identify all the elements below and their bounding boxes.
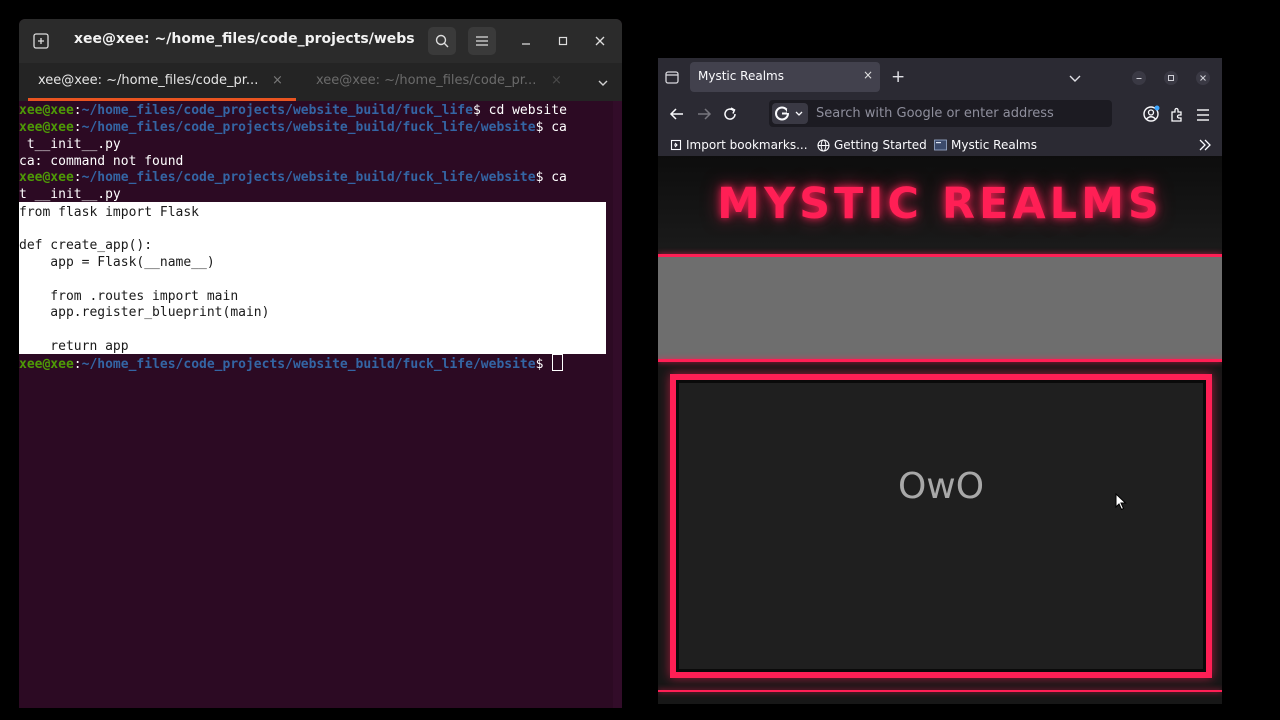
code-line: from .routes import main (19, 289, 239, 304)
code-line: app.register_blueprint(main) (19, 305, 270, 320)
tab-close-icon[interactable]: × (551, 63, 562, 99)
text-cursor (552, 354, 564, 371)
site-title: MYSTIC REALMS (717, 179, 1163, 229)
prompt-user: xee@xee (19, 120, 74, 135)
terminal-line: t__init__.py (19, 137, 121, 152)
code-line: def create_app(): (19, 238, 153, 253)
scrollbar[interactable] (613, 101, 622, 708)
bookmark-import[interactable]: Import bookmarks... (670, 136, 808, 154)
browser-tab-mystic-realms[interactable]: Mystic Realms × (690, 62, 880, 92)
command-text: ca (543, 120, 567, 135)
mouse-pointer-icon (1115, 492, 1127, 515)
browser-window: Mystic Realms × + Search with Google or … (658, 58, 1222, 704)
content-card: OwO (670, 374, 1212, 678)
browser-tab-strip: Mystic Realms × + (658, 58, 1222, 96)
address-bar[interactable]: Search with Google or enter address (769, 100, 1112, 127)
hamburger-menu-icon[interactable] (468, 27, 496, 55)
file-content-block: from flask import Flask def create_app()… (19, 202, 606, 354)
browser-tab-title: Mystic Realms (698, 69, 784, 83)
prompt-path: ~/home_files/code_projects/website_build… (81, 357, 536, 372)
terminal-window-title: xee@xee: ~/home_files/code_projects/webs… (74, 31, 414, 47)
code-line: return app (19, 339, 129, 354)
hamburger-menu-icon[interactable] (1196, 107, 1210, 126)
page-icon (934, 139, 947, 151)
close-icon[interactable] (1196, 70, 1210, 89)
terminal-tab-bar: xee@xee: ~/home_files/code_pr... × xee@x… (19, 63, 622, 101)
prompt-user: xee@xee (19, 103, 74, 118)
site-header: MYSTIC REALMS (658, 156, 1222, 254)
prompt-path: ~/home_files/code_projects/website_build… (81, 120, 536, 135)
address-input[interactable]: Search with Google or enter address (816, 106, 1054, 121)
bookmark-getting-started[interactable]: Getting Started (817, 136, 927, 154)
prompt-user: xee@xee (19, 357, 74, 372)
bookmarks-toolbar: Import bookmarks... Getting Started Myst… (658, 132, 1222, 156)
maximize-icon[interactable] (1164, 70, 1178, 89)
import-icon (670, 139, 682, 151)
browser-navbar: Search with Google or enter address (658, 96, 1222, 132)
close-icon[interactable]: × (863, 68, 873, 82)
tab-close-icon[interactable]: × (272, 63, 283, 99)
maximize-icon[interactable] (549, 27, 577, 55)
card-text: OwO (897, 466, 985, 507)
terminal-line: xee@xee:~/home_files/code_projects/websi… (19, 120, 567, 135)
terminal-line: ca: command not found (19, 154, 184, 169)
terminal-output[interactable]: xee@xee:~/home_files/code_projects/websi… (19, 101, 622, 708)
search-icon[interactable] (428, 27, 456, 55)
minimize-icon[interactable] (512, 27, 540, 55)
code-line: from flask import Flask (19, 205, 200, 220)
new-tab-icon[interactable] (30, 30, 52, 52)
tab-overview-icon[interactable] (664, 69, 680, 89)
neon-divider (658, 359, 1222, 362)
bookmark-label: Getting Started (834, 138, 927, 152)
prompt-user: xee@xee (19, 170, 74, 185)
search-engine-selector[interactable] (772, 103, 808, 124)
command-text: cd website (480, 103, 567, 118)
terminal-line: t __init__.py (19, 187, 121, 202)
terminal-line: xee@xee:~/home_files/code_projects/websi… (19, 103, 567, 118)
new-tab-button[interactable]: + (891, 67, 905, 87)
terminal-titlebar: xee@xee: ~/home_files/code_projects/webs… (19, 19, 622, 63)
list-all-tabs-icon[interactable] (1068, 70, 1082, 89)
prompt-path: ~/home_files/code_projects/website_build… (81, 103, 473, 118)
terminal-line: xee@xee:~/home_files/code_projects/websi… (19, 170, 567, 185)
code-line: app = Flask(__name__) (19, 255, 215, 270)
neon-divider (658, 690, 1222, 692)
site-nav-area (658, 257, 1222, 360)
minimize-icon[interactable] (1132, 70, 1146, 89)
globe-icon (817, 138, 830, 152)
reload-icon[interactable] (722, 106, 738, 126)
command-text: ca (543, 170, 567, 185)
chevron-down-icon[interactable] (597, 74, 609, 93)
account-icon[interactable] (1142, 105, 1160, 127)
extensions-icon[interactable] (1169, 106, 1185, 126)
terminal-line: xee@xee:~/home_files/code_projects/websi… (19, 354, 564, 372)
prompt-path: ~/home_files/code_projects/website_build… (81, 170, 536, 185)
web-page-content: MYSTIC REALMS OwO (658, 156, 1222, 704)
chevron-double-right-icon[interactable] (1198, 137, 1212, 156)
forward-arrow-icon[interactable] (696, 106, 712, 126)
terminal-window: xee@xee: ~/home_files/code_projects/webs… (19, 19, 622, 708)
terminal-tab-1[interactable]: xee@xee: ~/home_files/code_pr... (38, 63, 258, 101)
bookmark-label: Mystic Realms (951, 138, 1037, 152)
back-arrow-icon[interactable] (669, 106, 685, 126)
bookmark-label: Import bookmarks... (686, 138, 808, 152)
bookmark-mystic-realms[interactable]: Mystic Realms (934, 136, 1037, 154)
close-icon[interactable] (586, 27, 614, 55)
terminal-tab-2[interactable]: xee@xee: ~/home_files/code_pr... (316, 63, 536, 101)
